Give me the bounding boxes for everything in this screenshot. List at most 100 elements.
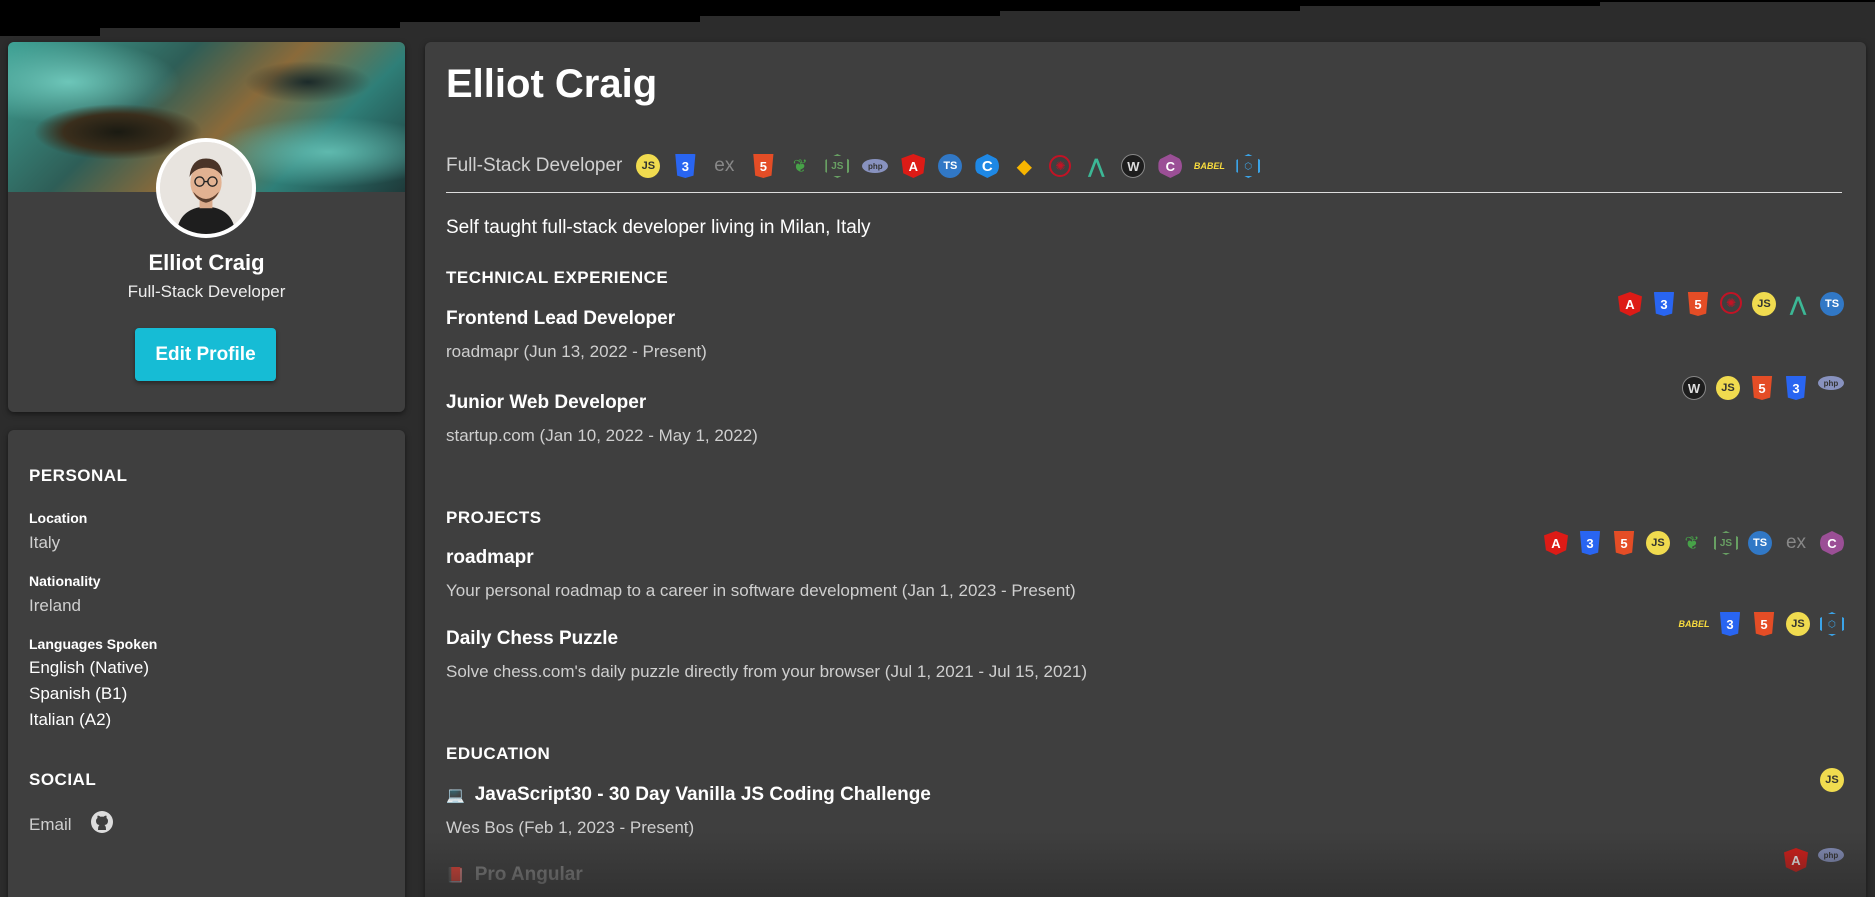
nuxt-icon: ⋀ <box>1789 293 1807 316</box>
entry-icons: A 3 5 JS ❦ JS TS ex C <box>1544 531 1844 555</box>
express-icon: ex <box>714 155 735 176</box>
social-heading: SOCIAL <box>29 770 97 789</box>
html5-icon: 5 <box>1753 612 1775 636</box>
entry-sub: roadmapr (Jun 13, 2022 - Present) <box>446 342 707 361</box>
mongodb-icon: ❦ <box>1684 532 1700 553</box>
main-role: Full-Stack Developer <box>446 155 623 176</box>
entry-icons: A 3 5 ✺ JS ⋀ TS <box>1618 292 1844 316</box>
nationality-label: Nationality <box>29 573 101 589</box>
experience-entry: Frontend Lead Developer roadmapr (Jun 13… <box>446 292 1844 362</box>
entry-icons: BABEL 3 5 JS ⬡ <box>1678 612 1844 636</box>
javascript-icon: JS <box>1820 768 1844 792</box>
profile-card: Elliot Craig Full-Stack Developer Edit P… <box>8 42 405 412</box>
graphql-icon: ✺ <box>1720 292 1742 314</box>
info-card: PERSONAL Location Italy Nationality Irel… <box>8 430 405 897</box>
experience-heading: TECHNICAL EXPERIENCE <box>446 268 669 287</box>
css3-icon: 3 <box>1579 531 1601 555</box>
php-icon: php <box>1818 376 1844 390</box>
divider <box>446 192 1842 193</box>
entry-icons: Aphp <box>1784 848 1844 872</box>
book-icon: 📕 <box>446 867 465 884</box>
express-icon: ex <box>1785 532 1807 553</box>
php-icon: php <box>862 159 889 173</box>
nodejs-icon: JS <box>825 154 850 178</box>
html5-icon: 5 <box>1751 376 1773 400</box>
css3-icon: 3 <box>1719 612 1741 636</box>
angular-icon: A <box>1784 848 1808 872</box>
javascript-icon: JS <box>1786 612 1810 636</box>
c-icon: C <box>975 154 1000 178</box>
main-name: Elliot Craig <box>446 62 658 106</box>
location-value: Italy <box>29 533 61 552</box>
education-heading: EDUCATION <box>446 744 551 763</box>
php-icon: php <box>1818 848 1844 862</box>
languages-label: Languages Spoken <box>29 636 158 652</box>
css3-icon: 3 <box>675 154 696 178</box>
profile-role: Full-Stack Developer <box>127 282 286 301</box>
project-entry: Daily Chess Puzzle Solve chess.com's dai… <box>446 612 1844 682</box>
nodejs-icon: JS <box>1714 531 1738 555</box>
location-label: Location <box>29 510 88 526</box>
bio: Self taught full-stack developer living … <box>446 217 871 238</box>
language-item: Italian (A2) <box>29 710 112 729</box>
nuxt-icon: ⋀ <box>1087 155 1105 178</box>
profile-name: Elliot Craig <box>148 250 265 275</box>
education-entry: 📕 Pro Angular Aphp <box>446 848 1844 886</box>
typescript-icon: TS <box>1820 292 1844 316</box>
babel-icon: BABEL <box>1193 161 1225 171</box>
social-row: Email <box>29 810 384 839</box>
entry-title: Junior Web Developer <box>446 392 647 413</box>
html5-icon: 5 <box>753 154 774 178</box>
css3-icon: 3 <box>1653 292 1675 316</box>
projects-heading: PROJECTS <box>446 508 542 527</box>
personal-heading: PERSONAL <box>29 466 128 485</box>
nationality-value: Ireland <box>29 596 81 615</box>
css3-icon: 3 <box>1785 376 1807 400</box>
entry-icons: JS <box>1820 768 1844 792</box>
education-entry: 💻 JavaScript30 - 30 Day Vanilla JS Codin… <box>446 768 1844 838</box>
top-strip <box>0 0 1875 64</box>
wordpress-icon: W <box>1682 376 1706 400</box>
entry-sub: startup.com (Jan 10, 2022 - May 1, 2022) <box>446 426 758 445</box>
javascript-icon: JS <box>636 154 661 178</box>
angular-icon: A <box>1618 292 1642 316</box>
typescript-icon: TS <box>938 154 963 178</box>
babel-icon: BABEL <box>1678 619 1710 629</box>
html5-icon: 5 <box>1613 531 1635 555</box>
mongodb-icon: ❦ <box>792 155 808 176</box>
javascript-icon: JS <box>1716 376 1740 400</box>
entry-title: Pro Angular <box>474 864 583 885</box>
csharp-icon: C <box>1158 154 1183 178</box>
edit-profile-button[interactable]: Edit Profile <box>135 328 276 381</box>
skill-icons: JS 3 ex 5 ❦ JS php A TS C ◆ ✺ ⋀ W C BABEL ⬡ <box>636 154 1261 178</box>
github-icon[interactable] <box>90 810 114 839</box>
email-link[interactable]: Email <box>29 815 72 835</box>
sketch-icon: ◆ <box>1016 155 1033 178</box>
javascript-icon: JS <box>1752 292 1776 316</box>
entry-title: Daily Chess Puzzle <box>446 628 619 649</box>
role-line: Full-Stack Developer JS 3 ex 5 ❦ JS php A TS C ◆ ✺ ⋀… <box>446 154 1261 178</box>
angular-icon: A <box>1544 531 1568 555</box>
csharp-icon: C <box>1820 531 1844 555</box>
avatar <box>156 138 256 238</box>
experience-entry: Junior Web Developer startup.com (Jan 10… <box>446 376 1844 446</box>
entry-sub: Solve chess.com's daily puzzle directly … <box>446 662 1088 681</box>
laptop-icon: 💻 <box>446 787 465 804</box>
webpack-icon: ⬡ <box>1236 154 1261 178</box>
wordpress-icon: W <box>1121 154 1146 178</box>
html5-icon: 5 <box>1687 292 1709 316</box>
entry-icons: W JS 5 3 php <box>1682 376 1844 400</box>
typescript-icon: TS <box>1748 531 1772 555</box>
javascript-icon: JS <box>1646 531 1670 555</box>
project-entry: roadmapr Your personal roadmap to a care… <box>446 531 1844 601</box>
language-item: Spanish (B1) <box>29 684 128 703</box>
entry-sub: Your personal roadmap to a career in sof… <box>446 581 1076 600</box>
webpack-icon: ⬡ <box>1820 612 1844 636</box>
main-card: Elliot Craig Full-Stack Developer JS 3 ex 5… <box>425 42 1866 897</box>
angular-icon: A <box>901 154 926 178</box>
graphql-icon: ✺ <box>1049 155 1072 177</box>
entry-title: JavaScript30 - 30 Day Vanilla JS Coding … <box>474 784 931 805</box>
language-item: English (Native) <box>29 658 149 677</box>
page: Elliot Craig Full-Stack Developer Edit P… <box>0 0 1875 897</box>
entry-sub: Wes Bos (Feb 1, 2023 - Present) <box>446 818 695 837</box>
